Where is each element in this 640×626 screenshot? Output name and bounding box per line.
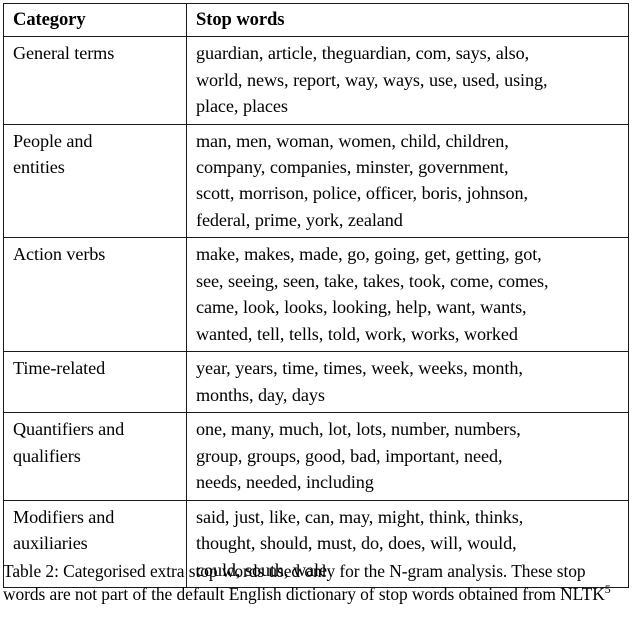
document-page: Category Stop words General terms guardi… — [0, 0, 640, 626]
cell-stop-words: year, years, time, times, week, weeks, m… — [186, 351, 629, 414]
table-body: General terms guardian, article, theguar… — [3, 36, 629, 589]
stopword-table-container: Category Stop words General terms guardi… — [3, 2, 629, 589]
cell-category: Action verbs — [3, 237, 187, 353]
table-row: Action verbs make, makes, made, go, goin… — [3, 237, 629, 353]
caption-text: Table 2: Categorised extra stop words us… — [3, 561, 605, 605]
table-header-row: Category Stop words — [3, 2, 629, 38]
table-header: Category Stop words — [3, 2, 629, 38]
stopword-table: Category Stop words General terms guardi… — [3, 2, 629, 589]
table-row: Time-related year, years, time, times, w… — [3, 351, 629, 414]
cell-stop-words: make, makes, made, go, going, get, getti… — [186, 237, 629, 353]
column-header-category: Category — [3, 2, 187, 38]
cell-stop-words: man, men, woman, women, child, children,… — [186, 123, 629, 239]
cell-stop-words: one, many, much, lot, lots, number, numb… — [186, 412, 629, 501]
caption-footnote-marker: 5 — [604, 582, 611, 597]
cell-category: People and entities — [3, 123, 187, 239]
table-row: General terms guardian, article, theguar… — [3, 36, 629, 125]
column-header-stop-words: Stop words — [186, 2, 629, 38]
table-caption: Table 2: Categorised extra stop words us… — [3, 560, 631, 607]
cell-category: General terms — [3, 36, 187, 125]
table-row: Quantifiers and qualifiers one, many, mu… — [3, 412, 629, 501]
cell-category: Time-related — [3, 351, 187, 414]
table-row: People and entities man, men, woman, wom… — [3, 123, 629, 239]
cell-category: Quantifiers and qualifiers — [3, 412, 187, 501]
cell-stop-words: guardian, article, theguardian, com, say… — [186, 36, 629, 125]
